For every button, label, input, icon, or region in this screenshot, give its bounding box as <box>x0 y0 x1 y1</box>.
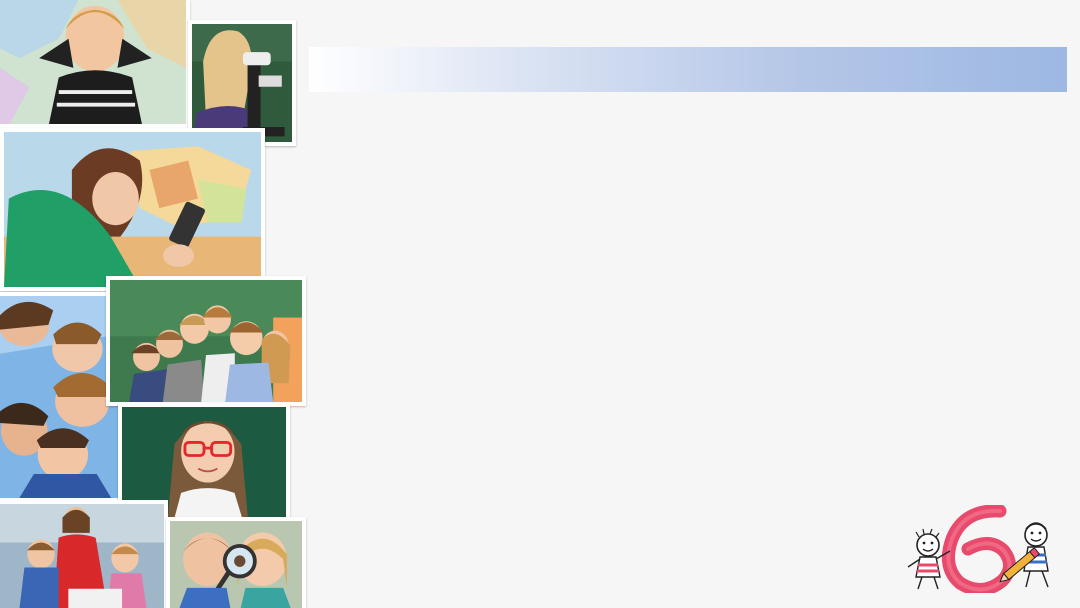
kids-with-pencil-six-logo <box>902 504 1062 596</box>
six-logo-icon <box>907 504 1049 596</box>
boy-hands-behind-head-photo <box>0 0 190 128</box>
girl-tablet-map-photo <box>0 128 265 291</box>
title-banner <box>309 47 1067 92</box>
kids-magnifying-glass-photo <box>166 517 306 608</box>
kids-at-chalkboard-photo <box>106 276 306 406</box>
teacher-with-kids-photo <box>0 500 168 608</box>
slide <box>0 0 1080 608</box>
kids-looking-down-photo <box>0 292 122 502</box>
